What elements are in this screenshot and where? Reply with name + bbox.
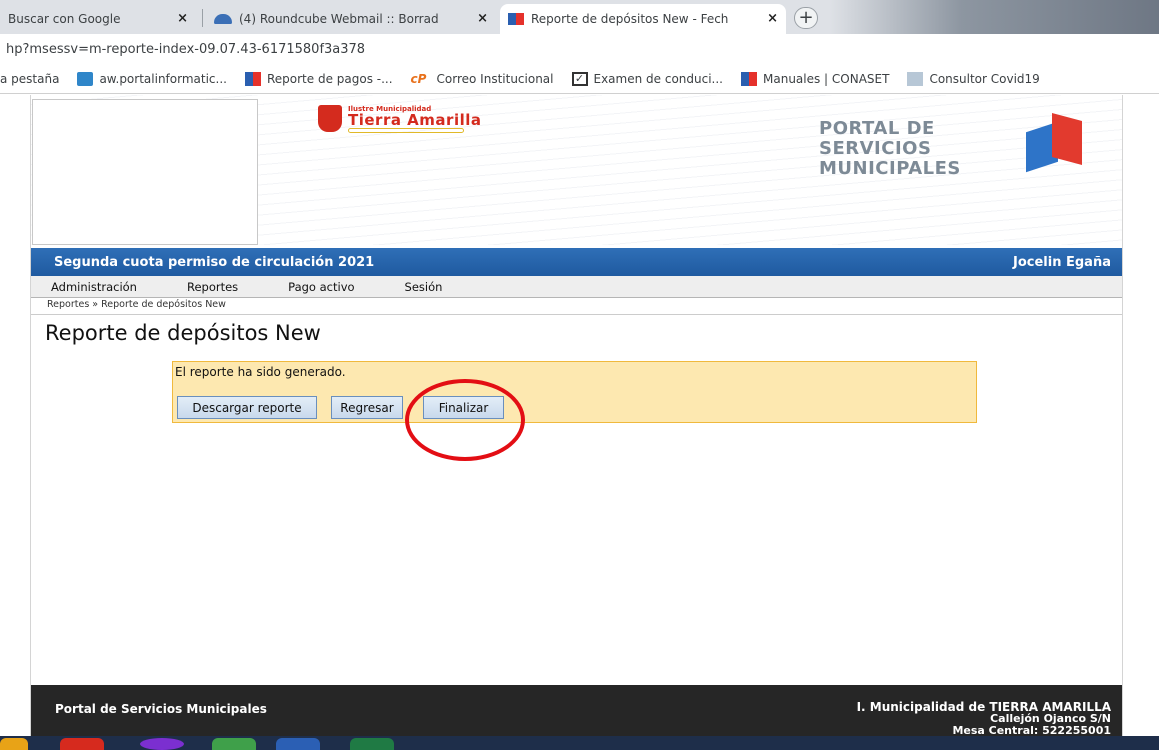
cp-icon: cP <box>410 71 427 86</box>
taskbar-app-icon[interactable] <box>140 738 184 750</box>
main-menu: Administración Reportes Pago activo Sesi… <box>31 276 1122 298</box>
menu-item-pago-activo[interactable]: Pago activo <box>288 280 354 294</box>
cube-icon <box>741 71 757 86</box>
menu-item-administracion[interactable]: Administración <box>51 280 137 294</box>
bookmark-aw-portal[interactable]: aw.portalinformatic... <box>77 71 227 86</box>
logo-ribbon <box>348 128 464 133</box>
close-tab-icon[interactable]: × <box>477 11 488 26</box>
new-tab-button[interactable]: + <box>794 7 818 29</box>
municipality-logo: Ilustre Municipalidad Tierra Amarilla <box>318 102 518 133</box>
puzzle-logo-icon <box>1026 112 1084 181</box>
bookmark-correo[interactable]: cP Correo Institucional <box>411 72 554 86</box>
tab-reporte-depositos[interactable]: Reporte de depósitos New - Fech × <box>500 4 786 34</box>
portal-title: PORTAL DE SERVICIOS MUNICIPALES <box>819 119 961 179</box>
tab-google-search[interactable]: Buscar con Google × <box>0 4 196 34</box>
portal-favicon-icon <box>508 13 524 25</box>
cube-icon <box>244 71 261 86</box>
download-report-button[interactable]: Descargar reporte <box>177 396 317 419</box>
url-text: hp?msessv=m-reporte-index-09.07.43-61715… <box>6 41 366 57</box>
window-background <box>830 0 1159 34</box>
bookmark-reporte-pagos[interactable]: Reporte de pagos -... <box>244 71 393 86</box>
tab-strip: Buscar con Google × (4) Roundcube Webmai… <box>0 0 1159 34</box>
footer-portal-name: Portal de Servicios Municipales <box>55 702 267 716</box>
highlight-circle-annotation <box>405 379 525 461</box>
close-tab-icon[interactable]: × <box>767 11 778 26</box>
portal-title-line: PORTAL DE <box>819 118 935 139</box>
bookmark-label: Manuales | CONASET <box>763 71 890 86</box>
tab-label: Reporte de depósitos New - Fech <box>531 12 729 26</box>
breadcrumb[interactable]: Reportes » Reporte de depósitos New <box>47 299 226 310</box>
bookmark-new-tab[interactable]: a pestaña <box>0 72 59 86</box>
shield-icon <box>318 105 342 132</box>
tab-label: Buscar con Google <box>8 12 121 26</box>
taskbar-app-icon[interactable] <box>0 738 28 750</box>
portal-title-line: SERVICIOS <box>819 138 932 159</box>
bookmark-label: Correo Institucional <box>436 71 554 86</box>
bookmark-label: a pestaña <box>0 71 60 86</box>
report-status-text: El reporte ha sido generado. <box>175 365 346 379</box>
site-header: Ilustre Municipalidad Tierra Amarilla PO… <box>31 95 1122 245</box>
bookmark-covid[interactable]: Consultor Covid19 <box>907 71 1040 86</box>
word-icon[interactable] <box>276 738 320 750</box>
os-taskbar <box>0 736 1159 750</box>
bookmark-label: Examen de conduci... <box>593 71 724 86</box>
address-bar[interactable]: hp?msessv=m-reporte-index-09.07.43-61715… <box>0 34 1159 64</box>
process-title: Segunda cuota permiso de circulación 202… <box>54 254 375 270</box>
bookmark-label: Consultor Covid19 <box>929 71 1040 86</box>
taskbar-app-icon[interactable] <box>60 738 104 750</box>
bookmark-examen[interactable]: ✓ Examen de conduci... <box>571 71 724 86</box>
tab-separator <box>202 9 203 27</box>
roundcube-favicon-icon <box>214 14 232 24</box>
taskbar-app-icon[interactable] <box>212 738 256 750</box>
back-button[interactable]: Regresar <box>331 396 403 419</box>
page-container: Ilustre Municipalidad Tierra Amarilla PO… <box>30 95 1123 750</box>
aw-icon <box>77 71 94 86</box>
user-photo-frame <box>32 99 258 245</box>
section-title-bar: Segunda cuota permiso de circulación 202… <box>31 248 1122 276</box>
menu-item-reportes[interactable]: Reportes <box>187 280 238 294</box>
menu-item-sesion[interactable]: Sesión <box>405 280 443 294</box>
divider <box>31 314 1122 315</box>
logo-title: Tierra Amarilla <box>348 111 482 129</box>
bookmark-conaset[interactable]: Manuales | CONASET <box>741 71 890 86</box>
bookmarks-bar: a pestaña aw.portalinformatic... Reporte… <box>0 64 1159 94</box>
tab-label: (4) Roundcube Webmail :: Borrad <box>239 12 439 26</box>
page-title: Reporte de depósitos New <box>45 321 321 345</box>
bookmark-label: aw.portalinformatic... <box>99 71 227 86</box>
tab-roundcube[interactable]: (4) Roundcube Webmail :: Borrad × <box>206 4 496 34</box>
user-name: Jocelin Egaña <box>1013 254 1111 270</box>
checkbox-icon: ✓ <box>571 71 588 86</box>
bookmark-label: Reporte de pagos -... <box>266 71 393 86</box>
document-icon <box>907 71 924 86</box>
portal-title-line: MUNICIPALES <box>819 158 961 179</box>
puzzle-piece-red <box>1052 112 1082 166</box>
close-tab-icon[interactable]: × <box>177 11 188 26</box>
footer-contact: I. Municipalidad de TIERRA AMARILLA Call… <box>857 701 1111 737</box>
report-message-box: El reporte ha sido generado. Descargar r… <box>172 361 977 423</box>
excel-icon[interactable] <box>350 738 394 750</box>
